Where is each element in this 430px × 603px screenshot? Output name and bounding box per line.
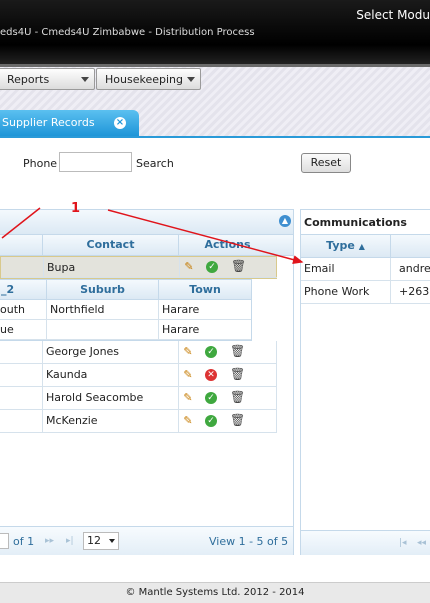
phone-input[interactable]	[59, 152, 132, 172]
subgrid-cell: Northfield	[47, 300, 159, 320]
cell-contact: McKenzie	[43, 410, 179, 433]
page-size-select[interactable]: 12	[83, 532, 119, 550]
cell-actions: ✎ ✓ 🗑	[179, 410, 277, 433]
subgrid-cell: ue	[0, 320, 47, 340]
cell-name	[0, 410, 43, 433]
cell-actions: ✎ ✕ 🗑	[179, 364, 277, 387]
subgrid-cell: Harare	[159, 320, 251, 340]
search-label: Search	[136, 157, 174, 170]
page-input[interactable]	[0, 533, 9, 549]
annotation-arrows	[1, 207, 304, 265]
cell-actions: ✎ ✓ 🗑	[179, 341, 277, 364]
menu-housekeeping[interactable]: Housekeeping	[96, 68, 201, 90]
select-module-menu[interactable]: Select Modu	[356, 8, 430, 22]
prev-page-icon[interactable]: ◂◂	[417, 538, 426, 548]
cell-contact: George Jones	[43, 341, 179, 364]
subgrid-row[interactable]: outh Northfield Harare	[0, 300, 251, 320]
annotation-arrow-right	[107, 209, 304, 265]
cell-actions: ✎ ✓ 🗑	[179, 387, 277, 410]
close-icon[interactable]: ×	[114, 117, 126, 129]
active-check-icon[interactable]: ✓	[205, 346, 217, 358]
subgrid-cell: outh	[0, 300, 47, 320]
trash-icon[interactable]: 🗑	[230, 368, 245, 380]
last-page-icon[interactable]: ▸|	[66, 536, 74, 546]
table-row[interactable]: Kaunda ✎ ✕ 🗑	[0, 364, 277, 387]
table-row[interactable]: McKenzie ✎ ✓ 🗑	[0, 410, 277, 433]
tab-supplier-records[interactable]: Supplier Records ×	[0, 110, 139, 136]
trash-icon[interactable]: 🗑	[230, 414, 245, 426]
first-page-icon[interactable]: |◂	[399, 538, 407, 548]
edit-icon[interactable]: ✎	[182, 415, 194, 427]
menu-reports-label: Reports	[7, 73, 50, 86]
cell-contact: Kaunda	[43, 364, 179, 387]
footer: © Mantle Systems Ltd. 2012 - 2014	[0, 582, 430, 603]
active-check-icon[interactable]: ✓	[205, 392, 217, 404]
edit-icon[interactable]: ✎	[182, 346, 194, 358]
page-count: of 1	[13, 535, 35, 548]
annotation-arrow-left	[1, 207, 41, 239]
tab-label: Supplier Records	[2, 116, 95, 129]
communications-pager: |◂ ◂◂	[301, 530, 430, 555]
page-size-value: 12	[87, 534, 101, 547]
subgrid-row[interactable]: ue Harare	[0, 320, 251, 340]
cell-contact: Harold Seacombe	[43, 387, 179, 410]
cell-name	[0, 341, 43, 364]
active-check-icon[interactable]: ✓	[205, 415, 217, 427]
annotation-number: 1	[71, 201, 81, 216]
trash-icon[interactable]: 🗑	[230, 345, 245, 357]
menu-reports[interactable]: Reports	[0, 68, 95, 90]
view-range: View 1 - 5 of 5	[209, 535, 289, 548]
cell-name	[0, 387, 43, 410]
chevron-down-icon	[81, 77, 89, 82]
subgrid-cell: Harare	[159, 300, 251, 320]
subgrid-cell	[47, 320, 159, 340]
trash-icon[interactable]: 🗑	[230, 391, 245, 403]
table-row[interactable]: Harold Seacombe ✎ ✓ 🗑	[0, 387, 277, 410]
edit-icon[interactable]: ✎	[182, 369, 194, 381]
pager: of 1 ▸▸ ▸| 12 View 1 - 5 of 5	[0, 526, 293, 555]
chevron-down-icon	[187, 77, 195, 82]
chevron-down-icon	[109, 539, 115, 543]
reset-button[interactable]: Reset	[301, 153, 351, 173]
cell-name	[0, 364, 43, 387]
phone-label: Phone	[23, 157, 58, 170]
menu-housekeeping-label: Housekeeping	[105, 73, 183, 86]
edit-icon[interactable]: ✎	[182, 392, 194, 404]
table-row[interactable]: George Jones ✎ ✓ 🗑	[0, 341, 277, 364]
inactive-cross-icon[interactable]: ✕	[205, 369, 217, 381]
app-header: Select Modu eds4U - Cmeds4U Zimbabwe - D…	[0, 0, 430, 64]
next-page-icon[interactable]: ▸▸	[45, 536, 54, 546]
app-title: eds4U - Cmeds4U Zimbabwe - Distribution …	[0, 27, 255, 38]
